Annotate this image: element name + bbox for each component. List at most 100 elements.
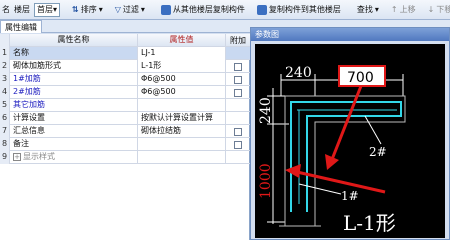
- sort-label: 排序: [80, 5, 97, 14]
- filter-label: 过滤: [122, 5, 139, 14]
- sort-button[interactable]: ⇅ 排序 ▾: [68, 2, 107, 18]
- dim-top-left: 240: [285, 65, 312, 81]
- attach-checkbox[interactable]: [234, 127, 242, 136]
- property-grid: 属性名称 属性值 附加 1 名称 LJ-1 2 砌体加筋形式 L-1形 3 1#…: [0, 34, 250, 240]
- table-row[interactable]: 4 2#加筋 Φ6@500: [0, 86, 250, 99]
- row-number: 6: [0, 112, 10, 125]
- row-name: 名称: [10, 47, 138, 60]
- leader-1: [298, 183, 342, 195]
- panel-title: 参数图: [251, 28, 449, 41]
- arrow-up-icon: ↑: [390, 5, 398, 14]
- table-row[interactable]: 9 + 显示样式: [0, 151, 250, 164]
- attach-checkbox[interactable]: [234, 88, 242, 97]
- row-value[interactable]: [138, 99, 226, 112]
- red-arrowhead-bottom: [285, 164, 301, 178]
- row-name: + 显示样式: [10, 151, 138, 164]
- expand-icon[interactable]: +: [13, 153, 21, 161]
- shape-label: L-1形: [343, 211, 396, 235]
- label-2: 2#: [369, 145, 387, 159]
- row-value[interactable]: [138, 138, 226, 151]
- copy-to-floor-button[interactable]: 复制构件到其他楼层: [253, 2, 345, 18]
- leader-2: [364, 115, 382, 145]
- attach-checkbox[interactable]: [234, 140, 242, 149]
- floor-label: 楼层: [14, 5, 30, 14]
- move-down-label: 下移: [436, 5, 450, 14]
- copy-from-floor-button[interactable]: 从其他楼层复制构件: [157, 2, 249, 18]
- row-number: 8: [0, 138, 10, 151]
- table-row[interactable]: 3 1#加筋 Φ6@500: [0, 73, 250, 86]
- chevron-down-icon: ▾: [374, 5, 379, 14]
- row-number: 9: [0, 151, 10, 164]
- sort-icon: ⇅: [72, 5, 79, 14]
- row-value[interactable]: L-1形: [138, 60, 226, 73]
- row-value[interactable]: Φ6@500: [138, 73, 226, 86]
- row-extra-cell: [226, 99, 250, 112]
- red-arrow-top: [329, 85, 363, 163]
- chevron-down-icon: ▾: [53, 5, 58, 14]
- row-extra-cell: [226, 73, 250, 86]
- dim-left-top: 240: [258, 97, 274, 124]
- floor-select-value: 首层: [37, 5, 53, 14]
- move-down-button[interactable]: ↓ 下移: [424, 2, 450, 18]
- move-up-button[interactable]: ↑ 上移: [387, 2, 420, 18]
- copy-from-icon: [160, 4, 171, 15]
- table-row[interactable]: 8 备注: [0, 138, 250, 151]
- row-number: 3: [0, 73, 10, 86]
- table-row[interactable]: 1 名称 LJ-1: [0, 47, 250, 60]
- table-row[interactable]: 7 汇总信息 砌体拉结筋: [0, 125, 250, 138]
- row-name: 备注: [10, 138, 138, 151]
- floor-select[interactable]: 首层 ▾: [34, 2, 61, 17]
- row-number: 1: [0, 47, 10, 60]
- row-number: 7: [0, 125, 10, 138]
- filter-icon: ▽: [114, 5, 121, 14]
- parameter-diagram: 240 700 240 1000 2# 1# L-1形: [255, 44, 445, 238]
- floor-label-prefix: 名: [2, 5, 10, 14]
- copy-from-label: 从其他楼层复制构件: [172, 5, 245, 14]
- row-extra-cell: [226, 125, 250, 138]
- row-value[interactable]: LJ-1: [138, 47, 226, 60]
- row-value[interactable]: 砌体拉结筋: [138, 125, 226, 138]
- row-name: 砌体加筋形式: [10, 60, 138, 73]
- grid-header-row: 属性名称 属性值 附加: [0, 34, 250, 47]
- header-value: 属性值: [138, 34, 226, 47]
- attach-checkbox[interactable]: [234, 62, 242, 71]
- row-number: 2: [0, 60, 10, 73]
- row-name: 其它加筋: [10, 99, 138, 112]
- dim-left-red: 1000: [258, 163, 274, 199]
- filter-button[interactable]: ▽ 过滤 ▾: [111, 2, 149, 18]
- copy-to-label: 复制构件到其他楼层: [268, 5, 341, 14]
- row-number: 5: [0, 99, 10, 112]
- toolbar: 名 楼层 首层 ▾ ⇅ 排序 ▾ ▽ 过滤 ▾ 从其他楼层复制构件 复制构件到其…: [0, 0, 450, 20]
- row-value[interactable]: Φ6@500: [138, 86, 226, 99]
- row-number: 4: [0, 86, 10, 99]
- move-up-label: 上移: [399, 5, 416, 14]
- table-row[interactable]: 2 砌体加筋形式 L-1形: [0, 60, 250, 73]
- chevron-down-icon: ▾: [98, 5, 103, 14]
- row-value[interactable]: 按默认计算设置计算: [138, 112, 226, 125]
- row-value[interactable]: [138, 151, 226, 164]
- row-name: 汇总信息: [10, 125, 138, 138]
- tab-property-edit[interactable]: 属性编辑: [0, 20, 42, 33]
- table-row[interactable]: 5 其它加筋: [0, 99, 250, 112]
- parameter-panel: 参数图 240 700 240 1000 2# 1# L-1形: [250, 27, 450, 240]
- row-name: 1#加筋: [10, 73, 138, 86]
- attach-checkbox[interactable]: [234, 75, 242, 84]
- header-extra: 附加: [230, 35, 246, 45]
- table-row[interactable]: 6 计算设置 按默认计算设置计算: [0, 112, 250, 125]
- row-name: 2#加筋: [10, 86, 138, 99]
- row-extra-cell: [226, 112, 250, 125]
- find-button[interactable]: 查找 ▾: [353, 2, 383, 18]
- header-name: 属性名称: [10, 34, 138, 47]
- row-name-text: 显示样式: [23, 152, 55, 161]
- row-extra-cell: [226, 138, 250, 151]
- label-1: 1#: [341, 189, 359, 203]
- arrow-down-icon: ↓: [427, 5, 435, 14]
- diagram-svg: 240 700 240 1000 2# 1# L-1形: [258, 65, 406, 235]
- row-name: 计算设置: [10, 112, 138, 125]
- row-extra-cell: [226, 60, 250, 73]
- row-extra-cell: [226, 47, 250, 60]
- chevron-down-icon: ▾: [140, 5, 145, 14]
- row-extra-cell: [226, 86, 250, 99]
- header-number-cell: [0, 34, 10, 47]
- find-label: 查找: [356, 5, 373, 14]
